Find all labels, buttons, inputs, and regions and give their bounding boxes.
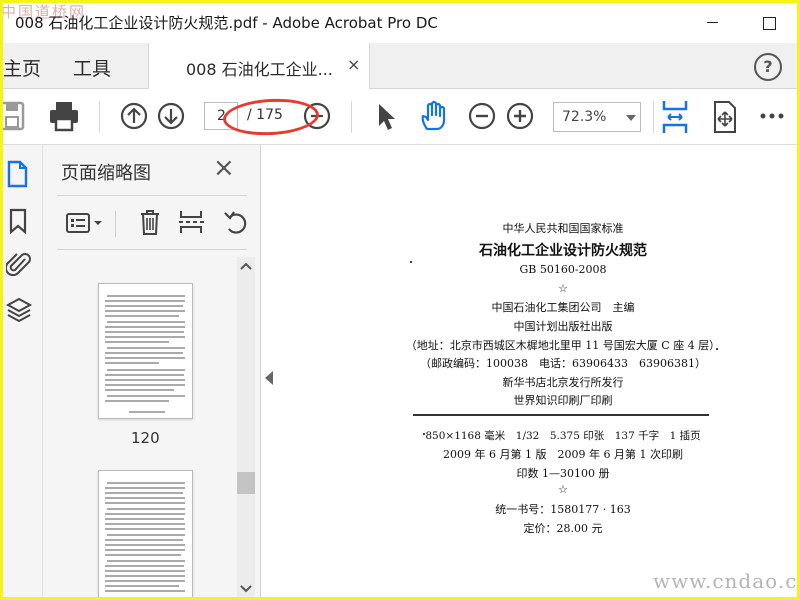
hand-tool-icon[interactable]	[417, 99, 451, 133]
doc-line: 统一书号：1580177 · 163	[495, 503, 631, 516]
tab-document[interactable]: 008 石油化工企业... ×	[148, 43, 370, 89]
thumbnails-panel: 页面缩略图 × 120	[43, 145, 261, 597]
doc-line: GB 50160-2008	[519, 263, 607, 276]
zoom-out-icon[interactable]	[466, 99, 498, 133]
zoom-in-icon[interactable]	[504, 99, 536, 133]
layers-icon[interactable]	[5, 295, 33, 325]
thumbnail-text-lines	[105, 482, 185, 592]
horizontal-rule	[413, 414, 709, 416]
doc-line: ☆	[558, 282, 568, 295]
help-icon[interactable]: ?	[754, 53, 782, 81]
divider	[115, 211, 116, 237]
thumbnail-text-lines	[105, 295, 185, 413]
thumbnail-options-icon[interactable]	[65, 209, 105, 237]
extract-pages-icon[interactable]	[177, 207, 207, 237]
app-window: 中国道桥网 008 石油化工企业设计防火规范.pdf - Adobe Acrob…	[3, 3, 797, 597]
doc-title: 石油化工企业设计防火规范	[479, 243, 647, 259]
doc-line: 定价：28.00 元	[523, 522, 603, 535]
doc-line: 中华人民共和国国家标准	[502, 222, 624, 235]
more-options-icon[interactable]	[758, 99, 786, 133]
full-screen-icon[interactable]	[710, 99, 740, 135]
doc-line: 850×1168 毫米 1/32 5.375 印张 137 千字 1 插页	[425, 430, 701, 442]
doc-line: 新华书店北京发行所发行	[502, 376, 624, 389]
tab-tools[interactable]: 工具	[73, 54, 111, 81]
fit-width-icon[interactable]	[659, 99, 691, 135]
save-icon[interactable]	[3, 99, 27, 133]
doc-line: 印数 1—30100 册	[516, 467, 610, 480]
close-panel-icon[interactable]: ×	[213, 153, 235, 183]
tab-home[interactable]: 主页	[3, 54, 41, 81]
page-thumbnail[interactable]	[98, 470, 193, 597]
window-title: 008 石油化工企业设计防火规范.pdf - Adobe Acrobat Pro…	[15, 14, 438, 32]
zoom-level-select[interactable]: 72.3%	[553, 102, 641, 132]
doc-line: 世界知识印刷厂印刷	[513, 394, 613, 407]
tab-document-label: 008 石油化工企业...	[186, 60, 333, 79]
bookmark-icon[interactable]	[6, 207, 30, 235]
chevron-down-icon	[626, 115, 636, 121]
title-bar: 中国道桥网 008 石油化工企业设计防火规范.pdf - Adobe Acrob…	[3, 3, 797, 43]
minimize-button[interactable]	[695, 9, 729, 37]
toolbar-divider	[351, 101, 352, 133]
tab-close-icon[interactable]: ×	[347, 55, 360, 74]
doc-line: （邮政编码：100038 电话：63906433 63906381）	[420, 357, 706, 370]
toolbar: 2 / 175 72.3%	[3, 89, 797, 145]
previous-page-icon[interactable]	[118, 99, 150, 133]
navigation-rail	[3, 145, 43, 597]
tab-bar: 主页 工具 008 石油化工企业... × ?	[3, 43, 797, 89]
doc-line: 中国计划出版社出版	[513, 320, 613, 333]
divider	[57, 195, 247, 196]
thumbnail-page-number: 120	[131, 429, 160, 447]
print-icon[interactable]	[47, 99, 81, 133]
doc-line: ☆	[558, 483, 568, 496]
doc-line: 2009 年 6 月第 1 版 2009 年 6 月第 1 次印刷	[443, 448, 683, 461]
panel-title: 页面缩略图	[61, 163, 151, 184]
trash-icon[interactable]	[137, 207, 163, 237]
doc-line: 中国石油化工集团公司 主编	[491, 301, 635, 314]
maximize-button[interactable]	[751, 9, 785, 37]
select-cursor-icon[interactable]	[373, 99, 399, 133]
doc-line: （地址：北京市西城区木樨地北里甲 11 号国宏大厦 C 座 4 层）	[405, 339, 721, 352]
divider	[57, 249, 247, 250]
page-thumbnail[interactable]	[98, 283, 193, 419]
next-page-icon[interactable]	[155, 99, 187, 133]
zoom-level-value: 72.3%	[562, 109, 607, 125]
page-thumbnails-icon[interactable]	[5, 159, 31, 189]
toolbar-divider	[653, 101, 654, 133]
toolbar-divider	[99, 101, 100, 133]
scroll-down-icon[interactable]	[239, 583, 253, 595]
attachment-icon[interactable]	[6, 249, 32, 279]
site-watermark-bottom: www.cndao.com	[653, 569, 797, 593]
